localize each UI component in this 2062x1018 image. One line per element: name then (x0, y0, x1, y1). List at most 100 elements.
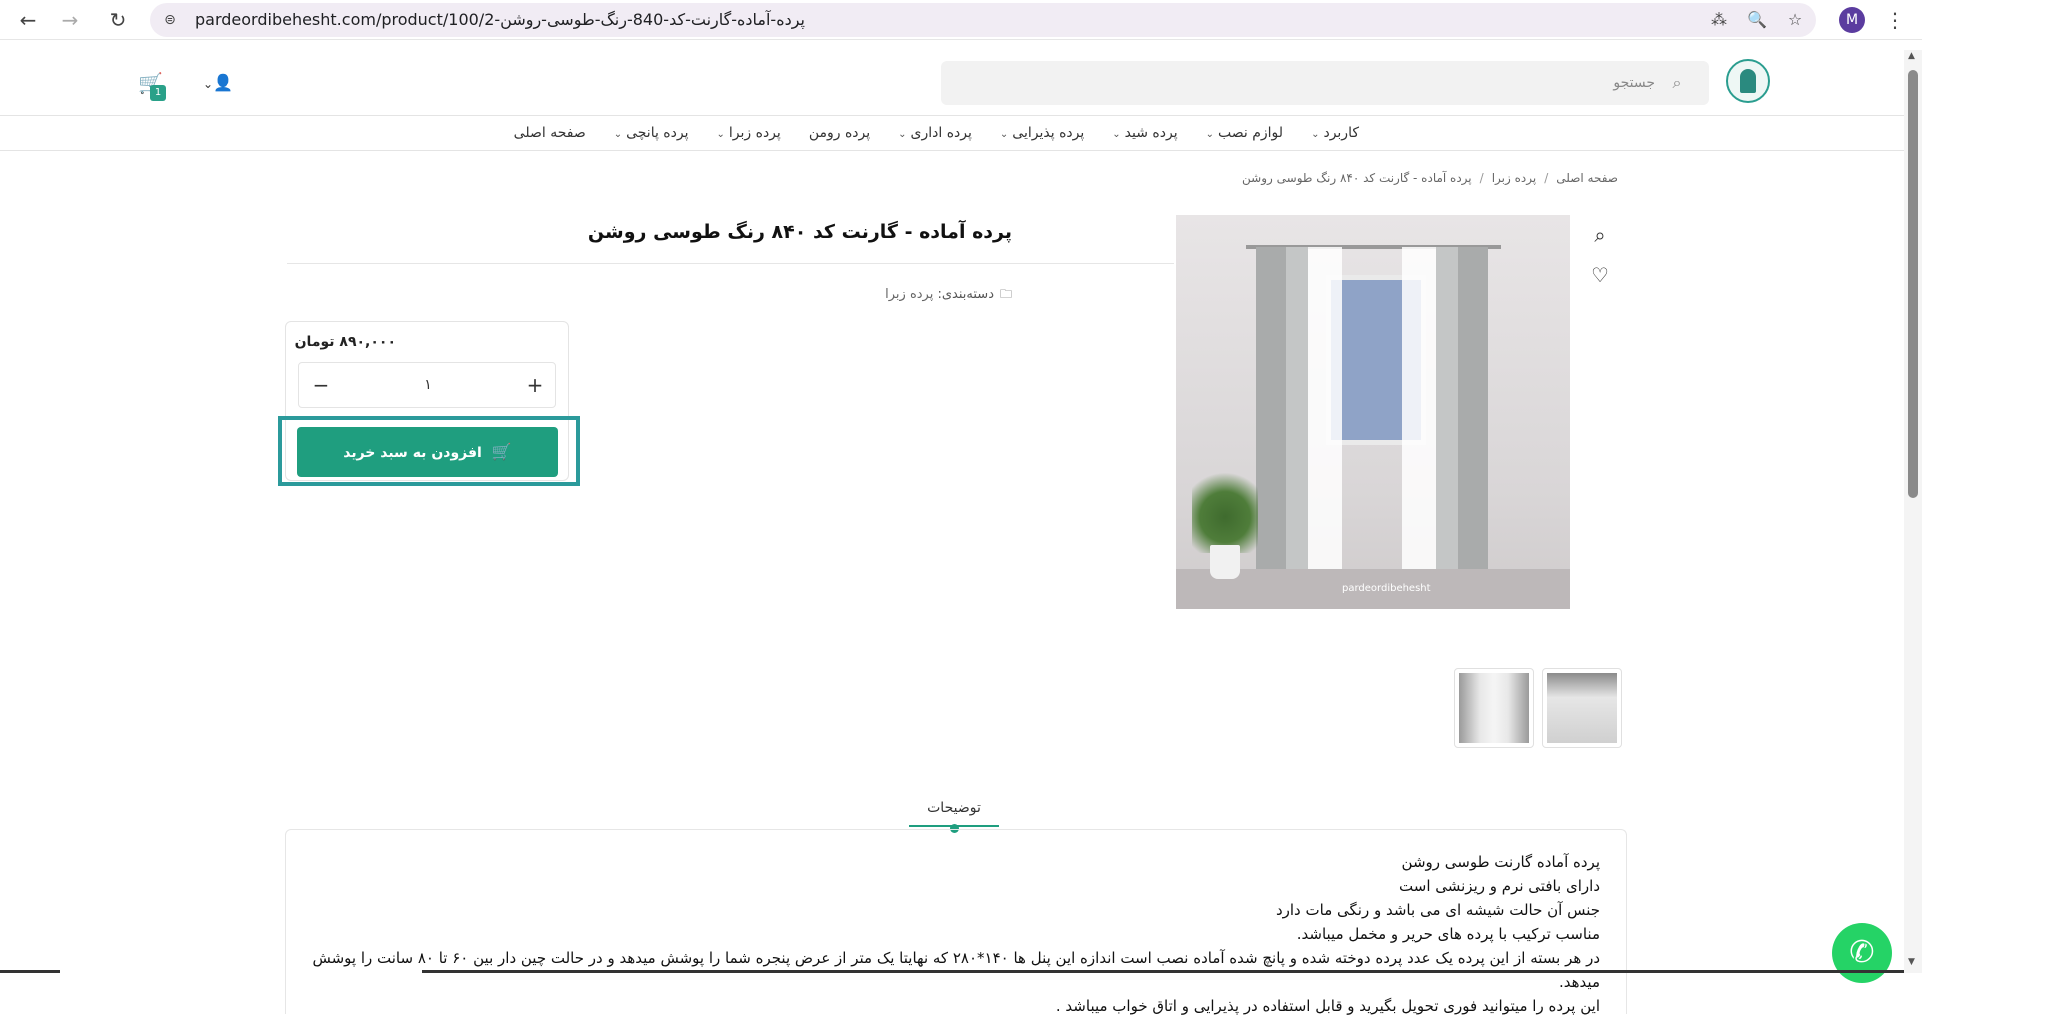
nav-item-label: پرده شید (1124, 125, 1178, 141)
page-scrollbar[interactable]: ▲ ▼ (1904, 50, 1922, 973)
breadcrumb-separator: / (1479, 171, 1484, 185)
nav-item-label: پرده پذیرایی (1012, 125, 1085, 141)
translate-icon[interactable]: ⁂ (1708, 10, 1730, 30)
address-bar[interactable]: ⊜ pardeordibehesht.com/product/100/2-پرد… (150, 3, 1816, 37)
breadcrumb-current: پرده آماده - گارنت کد ۸۴۰ رنگ طوسی روشن (1242, 171, 1472, 185)
profile-avatar[interactable]: M (1839, 7, 1865, 33)
url-text[interactable]: pardeordibehesht.com/product/100/2-پرده-… (195, 3, 805, 37)
nav-item-label: لوازم نصب (1218, 125, 1284, 141)
nav-item[interactable]: پرده زبرا⌄ (717, 125, 781, 141)
chevron-down-icon: ⌄ (716, 129, 725, 140)
breadcrumb-category[interactable]: پرده زبرا (1492, 171, 1537, 185)
tab-description[interactable]: توضیحات (909, 793, 999, 827)
nav-item-label: پرده زبرا (728, 125, 781, 141)
search-box: ⌕ (941, 61, 1709, 105)
logo-emblem (1740, 69, 1756, 93)
scroll-down-arrow-icon[interactable]: ▼ (1908, 956, 1918, 968)
folder-icon: 🗀 (999, 287, 1012, 301)
search-icon[interactable]: ⌕ (1667, 73, 1687, 93)
browser-menu-icon[interactable]: ⋮ (1885, 8, 1905, 32)
site-info-icon[interactable]: ⊜ (160, 10, 180, 30)
chevron-down-icon: ⌄ (1311, 129, 1320, 140)
user-menu[interactable]: ⌄👤 (203, 71, 239, 95)
category-link[interactable]: پرده زبرا (885, 287, 933, 302)
product-price: ۸۹۰,۰۰۰ تومان (294, 334, 396, 350)
site-page: ⌕ ⌄👤 🛒 1 صفحه اصلیپرده پانچی⌄پرده زبرا⌄پ… (0, 41, 1904, 1015)
description-text: پرده آماده گارنت طوسی روشن دارای بافتی نر… (310, 850, 1600, 1018)
curtain-panel (1458, 247, 1488, 569)
nav-item[interactable]: کاربرد⌄ (1311, 125, 1359, 141)
nav-item[interactable]: پرده اداری⌄ (898, 125, 972, 141)
chevron-down-icon: ⌄ (898, 129, 907, 140)
thumbnail-image (1547, 673, 1617, 743)
thumbnail-image (1459, 673, 1529, 743)
scroll-up-arrow-icon[interactable]: ▲ (1908, 50, 1918, 62)
product-category: 🗀 دسته‌بندی: پرده زبرا (885, 285, 1012, 306)
nav-list: صفحه اصلی پرده پانچی⌄ پرده زبرا⌄ پرده رومن پ… (514, 116, 1359, 150)
plant-leaves (1192, 463, 1258, 553)
description-panel: پرده آماده گارنت طوسی روشن دارای بافتی نر… (285, 829, 1627, 1015)
quantity-value[interactable]: ۱ (339, 363, 517, 407)
bookmark-star-icon[interactable]: ☆ (1784, 10, 1806, 30)
decrease-quantity-button[interactable]: − (309, 373, 333, 397)
title-divider (287, 263, 1174, 264)
breadcrumb-separator: / (1544, 171, 1549, 185)
back-arrow-icon[interactable]: ← (16, 8, 40, 32)
main-navigation: صفحه اصلی پرده پانچی⌄ پرده زبرا⌄ پرده رومن پ… (0, 115, 1904, 151)
zoom-icon[interactable]: 🔍 (1746, 10, 1768, 30)
product-main-image[interactable]: pardeordibehesht (1176, 215, 1570, 609)
curtain-panel (1256, 247, 1286, 569)
curtain-panel (1436, 247, 1458, 569)
description-line: این پرده را میتوانید فوری تحویل بگیرید و… (1055, 997, 1600, 1015)
page-gutter (1922, 0, 2062, 973)
nav-item[interactable]: پرده پانچی⌄ (614, 125, 689, 141)
nav-item[interactable]: پرده رومن (809, 125, 870, 141)
nav-item-label: صفحه اصلی (513, 125, 586, 141)
chevron-down-icon: ⌄ (1112, 129, 1121, 140)
thumbnail-2[interactable] (1454, 668, 1534, 748)
nav-item[interactable]: صفحه اصلی (514, 125, 586, 141)
product-title: پرده آماده - گارنت کد ۸۴۰ رنگ طوسی روشن (587, 221, 1012, 243)
sheer-panel (1308, 247, 1342, 569)
site-logo[interactable] (1726, 59, 1770, 103)
category-label: دسته‌بندی: (937, 287, 994, 302)
description-line: مناسب ترکیب با پرده های حریر و مخمل میبا… (1296, 925, 1600, 943)
curtain-panel (1286, 247, 1308, 569)
wishlist-heart-icon[interactable]: ♡ (1588, 263, 1612, 287)
scroll-thumb[interactable] (1908, 70, 1918, 498)
plant-pot (1210, 545, 1240, 579)
search-input[interactable] (1057, 61, 1657, 105)
nav-item-label: پرده پانچی (626, 125, 689, 141)
add-cart-icon: 🛒 (491, 442, 512, 461)
description-line: پرده آماده گارنت طوسی روشن (1401, 853, 1600, 871)
cart-button[interactable]: 🛒 1 (138, 71, 170, 101)
reload-icon[interactable]: ↻ (106, 8, 130, 32)
nav-item[interactable]: لوازم نصب ⌄ (1206, 125, 1283, 141)
cart-count-badge: 1 (150, 85, 166, 101)
add-to-cart-label: افزودن به سبد خرید (343, 445, 482, 461)
nav-item[interactable]: پرده پذیرایی⌄ (1000, 125, 1084, 141)
browser-toolbar: ← → ↻ ⊜ pardeordibehesht.com/product/100… (0, 0, 1922, 40)
zoom-image-icon[interactable]: ⌕ (1588, 223, 1612, 247)
nav-item-label: کاربرد (1323, 125, 1359, 141)
nav-item-label: پرده رومن (808, 125, 871, 141)
chevron-down-icon: ⌄ (203, 77, 214, 91)
product-actions: ⌕ ♡ (1588, 223, 1612, 303)
forward-arrow-icon[interactable]: → (58, 8, 82, 32)
breadcrumb-home[interactable]: صفحه اصلی (1556, 171, 1618, 185)
description-line: جنس آن حالت شیشه ای می باشد و رنگی مات د… (1275, 901, 1600, 919)
chevron-down-icon: ⌄ (1205, 129, 1214, 140)
breadcrumb: صفحه اصلی / پرده زبرا / پرده آماده - گارنت ک… (1242, 171, 1618, 185)
increase-quantity-button[interactable]: + (523, 373, 547, 397)
thumbnail-1[interactable] (1542, 668, 1622, 748)
nav-item-label: پرده اداری (910, 125, 972, 141)
chevron-down-icon: ⌄ (999, 129, 1009, 140)
nav-item[interactable]: پرده شید⌄ (1112, 125, 1177, 141)
quantity-stepper: − ۱ + (298, 362, 556, 408)
user-icon: 👤 (213, 73, 233, 92)
whatsapp-icon[interactable]: ✆ (1832, 923, 1892, 983)
add-to-cart-button[interactable]: 🛒 افزودن به سبد خرید (297, 427, 558, 477)
image-watermark: pardeordibehesht (1342, 583, 1431, 594)
description-line: دارای بافتی نرم و ریزنشی است (1399, 877, 1600, 895)
sheer-panel (1402, 247, 1436, 569)
